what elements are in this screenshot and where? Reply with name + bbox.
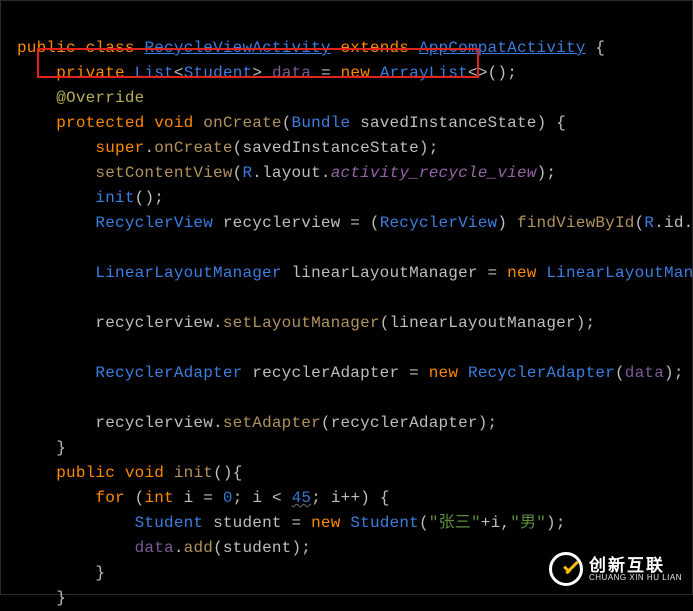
keyword: extends [341, 39, 410, 57]
method-call: init [95, 189, 134, 207]
number-literal: 45 [292, 489, 312, 507]
class-name: RecycleViewActivity [144, 39, 330, 57]
keyword: class [86, 39, 135, 57]
type: RecyclerView [95, 214, 213, 232]
method-call: findViewById [517, 214, 635, 232]
keyword: for [95, 489, 124, 507]
method-call: setContentView [95, 164, 232, 182]
keyword: public [17, 39, 76, 57]
superclass: AppCompatActivity [419, 39, 586, 57]
type: ArrayList [380, 64, 468, 82]
field: data [272, 64, 311, 82]
string-literal: "男" [510, 514, 546, 532]
string-literal: "张三" [429, 514, 481, 532]
logo-text-cn: 创新互联 [589, 557, 682, 574]
keyword: super [95, 139, 144, 157]
method-decl: onCreate [203, 114, 281, 132]
method-call: setLayoutManager [223, 314, 380, 332]
method-call: add [184, 539, 213, 557]
keyword: private [56, 64, 125, 82]
type: RecyclerAdapter [95, 364, 242, 382]
type: List [135, 64, 174, 82]
keyword: new [341, 64, 370, 82]
keyword: void [154, 114, 193, 132]
logo-check-icon [549, 552, 583, 586]
keyword: protected [56, 114, 144, 132]
type: LinearLayoutManager [95, 264, 281, 282]
method-call: onCreate [154, 139, 232, 157]
param: savedInstanceState [360, 114, 536, 132]
watermark-logo: 创新互联 CHUANG XIN HU LIAN [549, 552, 682, 586]
method-call: setAdapter [223, 414, 321, 432]
resource: activity_recycle_view [331, 164, 537, 182]
type: Bundle [292, 114, 351, 132]
type: Student [184, 64, 253, 82]
method-decl: init [174, 464, 213, 482]
logo-text-en: CHUANG XIN HU LIAN [589, 574, 682, 582]
code-editor[interactable]: public class RecycleViewActivity extends… [1, 1, 692, 611]
annotation: @Override [56, 89, 144, 107]
